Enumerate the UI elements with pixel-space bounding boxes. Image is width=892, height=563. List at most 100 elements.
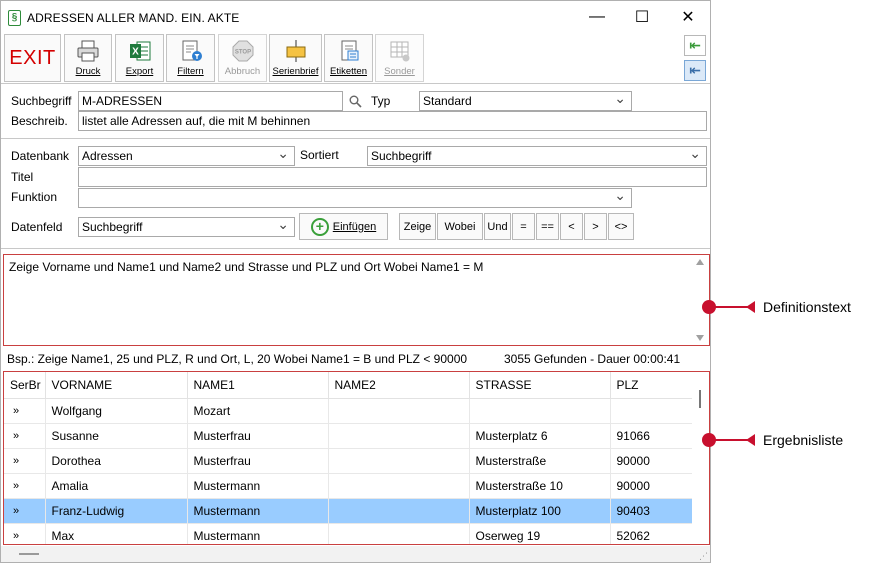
filter-button[interactable]: Filtern: [166, 34, 215, 82]
print-button[interactable]: Druck: [64, 34, 112, 82]
table-row[interactable]: » Amalia Mustermann Musterstraße 10 9000…: [4, 473, 694, 499]
svg-text:X: X: [132, 47, 139, 58]
cell-name1: Mustermann: [187, 523, 329, 544]
datenfeld-select[interactable]: Suchbegriff: [78, 217, 295, 237]
cell-vorname: Susanne: [45, 423, 188, 449]
arrow-left-blue-icon[interactable]: ⇤: [684, 60, 706, 81]
exit-button[interactable]: EXIT: [4, 34, 61, 82]
window-title: ADRESSEN ALLER MAND. EIN. AKTE: [27, 11, 240, 25]
cell-plz: 91066: [610, 423, 694, 449]
table-row[interactable]: » Dorothea Musterfrau Musterstraße 90000: [4, 448, 694, 474]
arrow-left-green-icon[interactable]: ⇤: [684, 35, 706, 56]
row-marker: »: [4, 398, 46, 424]
cell-name2: [328, 398, 470, 424]
operator-not-equal-button[interactable]: <>: [608, 213, 634, 240]
operator-und-button[interactable]: Und: [484, 213, 511, 240]
result-grid[interactable]: SerBr VORNAME NAME1 NAME2 STRASSE PLZ » …: [3, 371, 710, 545]
printer-icon: [77, 40, 99, 62]
grid-scrollbar-thumb[interactable]: [699, 390, 701, 408]
found-count-text: 3055 Gefunden - Dauer 00:00:41: [504, 352, 681, 366]
titel-input[interactable]: [78, 167, 707, 187]
datenfeld-label: Datenfeld: [11, 220, 63, 234]
column-header-name2[interactable]: NAME2: [328, 372, 470, 399]
cell-name2: [328, 423, 470, 449]
row-marker: »: [4, 423, 46, 449]
cell-plz: [610, 398, 694, 424]
table-row[interactable]: » Susanne Musterfrau Musterplatz 6 91066: [4, 423, 694, 449]
special-button[interactable]: Sonder: [375, 34, 424, 82]
abort-button[interactable]: STOP Abbruch: [218, 34, 267, 82]
row-marker: »: [4, 498, 46, 524]
stop-icon: STOP: [232, 40, 253, 62]
cell-plz: 90403: [610, 498, 694, 524]
close-button[interactable]: ✕: [665, 1, 710, 32]
datenbank-label: Datenbank: [11, 149, 70, 163]
serial-letter-button[interactable]: Serienbrief: [269, 34, 322, 82]
result-table: SerBr VORNAME NAME1 NAME2 STRASSE PLZ » …: [4, 372, 694, 544]
column-header-plz[interactable]: PLZ: [610, 372, 694, 399]
title-bar: § ADRESSEN ALLER MAND. EIN. AKTE — ☐ ✕: [1, 1, 710, 32]
definition-textarea[interactable]: Zeige Vorname und Name1 und Name2 und St…: [3, 254, 710, 346]
cell-plz: 90000: [610, 473, 694, 499]
beschreib-label: Beschreib.: [11, 114, 68, 128]
labels-button[interactable]: Etiketten: [324, 34, 373, 82]
operator-wobei-button[interactable]: Wobei: [437, 213, 483, 240]
table-row-selected[interactable]: » Franz-Ludwig Mustermann Musterplatz 10…: [4, 498, 694, 524]
maximize-button[interactable]: ☐: [619, 1, 665, 32]
operator-zeige-button[interactable]: Zeige: [399, 213, 436, 240]
cell-strasse: Musterstraße: [469, 448, 611, 474]
suchbegriff-input[interactable]: M-ADRESSEN: [78, 91, 343, 111]
search-icon[interactable]: [344, 91, 366, 111]
beschreib-input[interactable]: listet alle Adressen auf, die mit M behi…: [78, 111, 707, 131]
cell-name2: [328, 498, 470, 524]
status-dash: [19, 553, 39, 555]
operator-equals-button[interactable]: =: [512, 213, 535, 240]
minimize-button[interactable]: —: [574, 1, 620, 32]
cell-name1: Mozart: [187, 398, 329, 424]
operator-greater-button[interactable]: >: [584, 213, 607, 240]
sortiert-select[interactable]: Suchbegriff: [367, 146, 707, 166]
export-button[interactable]: X Export: [115, 34, 164, 82]
datenbank-select[interactable]: Adressen: [78, 146, 295, 166]
row-marker: »: [4, 523, 46, 544]
column-header-vorname[interactable]: VORNAME: [45, 372, 188, 399]
special-label: Sonder: [384, 66, 415, 77]
app-icon: §: [8, 10, 21, 26]
row-marker: »: [4, 473, 46, 499]
resize-grip-icon[interactable]: ⋰: [699, 551, 708, 562]
typ-label: Typ: [371, 94, 391, 108]
typ-select[interactable]: Standard: [419, 91, 632, 111]
scroll-up-icon[interactable]: [696, 259, 704, 265]
cell-strasse: Musterstraße 10: [469, 473, 611, 499]
operator-less-button[interactable]: <: [560, 213, 583, 240]
plus-icon: +: [310, 217, 329, 236]
annotation-label: Ergebnisliste: [763, 432, 844, 448]
cell-strasse: [469, 398, 611, 424]
annotation-line: [714, 306, 750, 308]
scroll-down-icon[interactable]: [696, 335, 704, 341]
cell-name2: [328, 523, 470, 544]
column-header-strasse[interactable]: STRASSE: [469, 372, 611, 399]
cell-name1: Mustermann: [187, 498, 329, 524]
table-row[interactable]: » Wolfgang Mozart: [4, 398, 694, 424]
serial-letter-label: Serienbrief: [272, 66, 319, 77]
separator: [1, 248, 710, 249]
operator-double-equals-button[interactable]: ==: [536, 213, 559, 240]
annotation-label: Definitionstext: [763, 299, 851, 315]
annotation-arrow-icon: [746, 434, 755, 446]
column-header-name1[interactable]: NAME1: [187, 372, 329, 399]
svg-text:STOP: STOP: [234, 50, 250, 56]
cell-name2: [328, 473, 470, 499]
funktion-select[interactable]: [78, 188, 632, 208]
table-row[interactable]: » Max Mustermann Oserweg 19 52062: [4, 523, 694, 544]
table-header-row: SerBr VORNAME NAME1 NAME2 STRASSE PLZ: [4, 372, 694, 399]
titel-label: Titel: [11, 170, 34, 184]
row-marker: »: [4, 448, 46, 474]
cell-vorname: Franz-Ludwig: [45, 498, 188, 524]
einfuegen-button[interactable]: + Einfügen: [299, 213, 388, 240]
main-window: § ADRESSEN ALLER MAND. EIN. AKTE — ☐ ✕ E…: [0, 0, 711, 563]
grid-scrollbar[interactable]: [692, 372, 709, 544]
status-bar: ⋰: [1, 546, 710, 562]
side-arrows: ⇤ ⇤: [684, 35, 708, 85]
column-header-serbr[interactable]: SerBr: [4, 372, 46, 399]
